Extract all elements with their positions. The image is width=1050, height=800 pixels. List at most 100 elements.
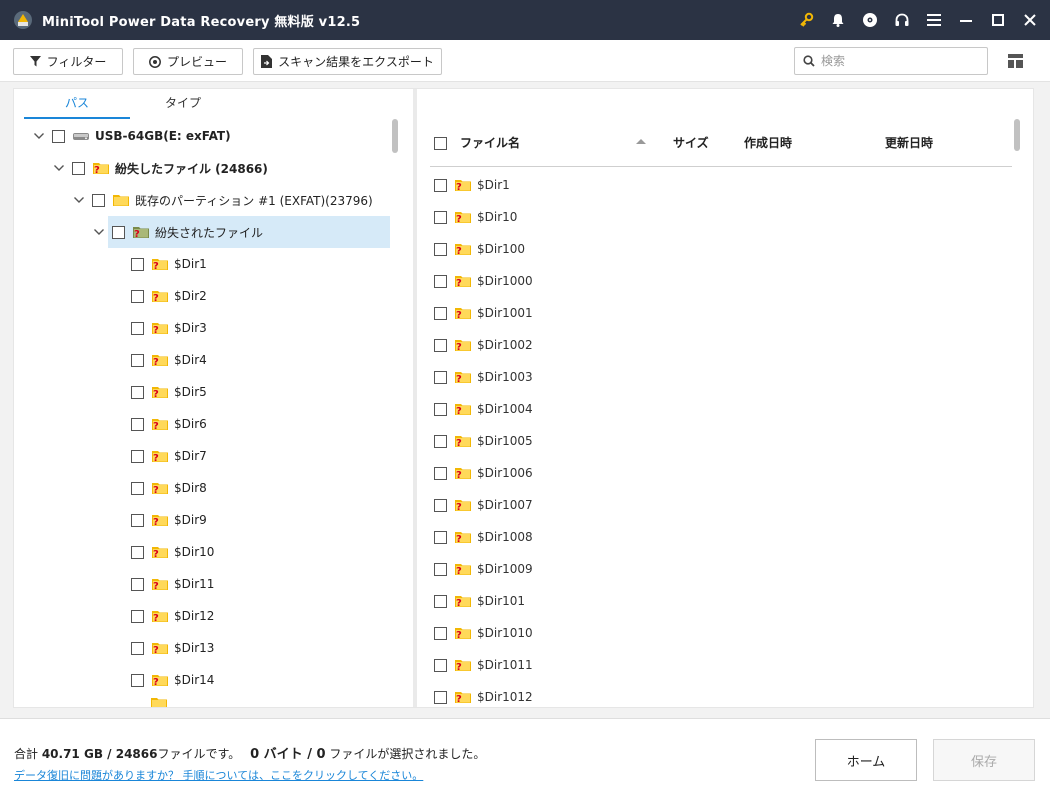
checkbox[interactable]	[434, 658, 447, 672]
column-header-created[interactable]: 作成日時	[744, 127, 792, 167]
checkbox[interactable]	[131, 481, 144, 495]
checkbox[interactable]	[131, 673, 144, 687]
file-row[interactable]: ? $Dir1009	[430, 553, 1012, 585]
column-header-name[interactable]: ファイル名	[460, 127, 520, 167]
checkbox[interactable]	[131, 449, 144, 463]
checkbox[interactable]	[131, 641, 144, 655]
export-button[interactable]: スキャン結果をエクスポート	[253, 48, 442, 75]
close-icon[interactable]	[1014, 0, 1046, 40]
tree-item-partition[interactable]: 既存のパーティション #1 (EXFAT)(23796)	[72, 184, 373, 216]
disc-icon[interactable]	[854, 0, 886, 40]
checkbox[interactable]	[131, 577, 144, 591]
tree-item-dir[interactable]: ? $Dir3	[131, 312, 207, 344]
checkbox[interactable]	[434, 402, 447, 416]
search-input[interactable]	[821, 54, 971, 68]
menu-icon[interactable]	[918, 0, 950, 40]
checkbox[interactable]	[131, 257, 144, 271]
file-row[interactable]: ? $Dir1006	[430, 457, 1012, 489]
file-row[interactable]: ? $Dir1011	[430, 649, 1012, 681]
file-row[interactable]: ? $Dir101	[430, 585, 1012, 617]
file-row[interactable]: ? $Dir1004	[430, 393, 1012, 425]
column-header-modified[interactable]: 更新日時	[885, 127, 933, 167]
file-row[interactable]: ? $Dir1	[430, 169, 1012, 201]
checkbox[interactable]	[131, 545, 144, 559]
checkbox[interactable]	[434, 274, 447, 288]
checkbox[interactable]	[434, 370, 447, 384]
checkbox[interactable]	[112, 225, 125, 239]
file-row[interactable]: ? $Dir10	[430, 201, 1012, 233]
bell-icon[interactable]	[822, 0, 854, 40]
file-row[interactable]: ? $Dir100	[430, 233, 1012, 265]
minimize-icon[interactable]	[950, 0, 982, 40]
checkbox[interactable]	[434, 338, 447, 352]
file-list-scrollbar[interactable]	[1014, 119, 1020, 151]
checkbox[interactable]	[434, 594, 447, 608]
checkbox[interactable]	[434, 306, 447, 320]
tab-type[interactable]: タイプ	[130, 91, 236, 119]
checkbox[interactable]	[131, 385, 144, 399]
file-row[interactable]: ? $Dir1010	[430, 617, 1012, 649]
maximize-icon[interactable]	[982, 0, 1014, 40]
tree-item-lost-files[interactable]: ? 紛失したファイル (24866)	[52, 152, 268, 184]
checkbox[interactable]	[131, 513, 144, 527]
file-row[interactable]: ? $Dir1005	[430, 425, 1012, 457]
tree-item-dir[interactable]: ? $Dir14	[131, 664, 214, 696]
tree-item-lost-folder[interactable]: ? 紛失されたファイル	[94, 216, 390, 248]
tree-scrollbar[interactable]	[392, 119, 398, 153]
checkbox[interactable]	[434, 498, 447, 512]
key-icon[interactable]	[790, 0, 822, 40]
checkbox[interactable]	[52, 129, 65, 143]
search-box[interactable]	[794, 47, 988, 75]
tree-item-dir[interactable]: ? $Dir6	[131, 408, 207, 440]
checkbox[interactable]	[434, 690, 447, 704]
checkbox[interactable]	[434, 242, 447, 256]
tree-item-dir[interactable]: ? $Dir10	[131, 536, 214, 568]
tab-path[interactable]: パス	[24, 91, 130, 119]
file-row[interactable]: ? $Dir1001	[430, 297, 1012, 329]
file-row[interactable]: ? $Dir1000	[430, 265, 1012, 297]
checkbox[interactable]	[131, 353, 144, 367]
checkbox[interactable]	[434, 530, 447, 544]
chevron-down-icon[interactable]	[72, 193, 86, 207]
checkbox[interactable]	[131, 289, 144, 303]
checkbox[interactable]	[131, 417, 144, 431]
help-link[interactable]: データ復旧に問題がありますか？ 手順については、ここをクリックしてください。	[14, 767, 423, 783]
file-row[interactable]: ? $Dir1003	[430, 361, 1012, 393]
file-row[interactable]: ? $Dir1007	[430, 489, 1012, 521]
checkbox[interactable]	[434, 210, 447, 224]
checkbox[interactable]	[72, 161, 85, 175]
checkbox[interactable]	[434, 626, 447, 640]
checkbox[interactable]	[131, 321, 144, 335]
chevron-down-icon[interactable]	[52, 161, 66, 175]
tree-item-dir[interactable]: ? $Dir4	[131, 344, 207, 376]
checkbox[interactable]	[92, 193, 105, 207]
home-button[interactable]: ホーム	[815, 739, 917, 781]
tree-item-dir[interactable]: ? $Dir12	[131, 600, 214, 632]
filter-button[interactable]: フィルター	[13, 48, 123, 75]
tree-item-dir[interactable]: ? $Dir5	[131, 376, 207, 408]
checkbox[interactable]	[434, 178, 447, 192]
column-header-size[interactable]: サイズ	[673, 127, 709, 167]
tree-item-dir[interactable]: ? $Dir11	[131, 568, 214, 600]
headset-icon[interactable]	[886, 0, 918, 40]
tree-item-dir[interactable]: ? $Dir9	[131, 504, 207, 536]
tree-item-dir[interactable]: ? $Dir7	[131, 440, 207, 472]
tree-item-drive[interactable]: USB-64GB(E: exFAT)	[32, 120, 231, 152]
checkbox[interactable]	[434, 466, 447, 480]
file-row[interactable]: ? $Dir1012	[430, 681, 1012, 707]
tree-item-dir[interactable]: ? $Dir13	[131, 632, 214, 664]
checkbox[interactable]	[434, 434, 447, 448]
save-button[interactable]: 保存	[933, 739, 1035, 781]
chevron-down-icon[interactable]	[32, 129, 46, 143]
tree-item-dir[interactable]: ? $Dir1	[131, 248, 207, 280]
layout-icon[interactable]	[1004, 50, 1026, 72]
file-row[interactable]: ? $Dir1002	[430, 329, 1012, 361]
file-row[interactable]: ? $Dir1008	[430, 521, 1012, 553]
select-all-checkbox[interactable]	[434, 137, 447, 150]
tree-item-dir[interactable]: ? $Dir2	[131, 280, 207, 312]
preview-button[interactable]: プレビュー	[133, 48, 243, 75]
checkbox[interactable]	[434, 562, 447, 576]
tree-item-dir[interactable]: ? $Dir8	[131, 472, 207, 504]
checkbox[interactable]	[131, 609, 144, 623]
chevron-down-icon[interactable]	[92, 225, 106, 239]
